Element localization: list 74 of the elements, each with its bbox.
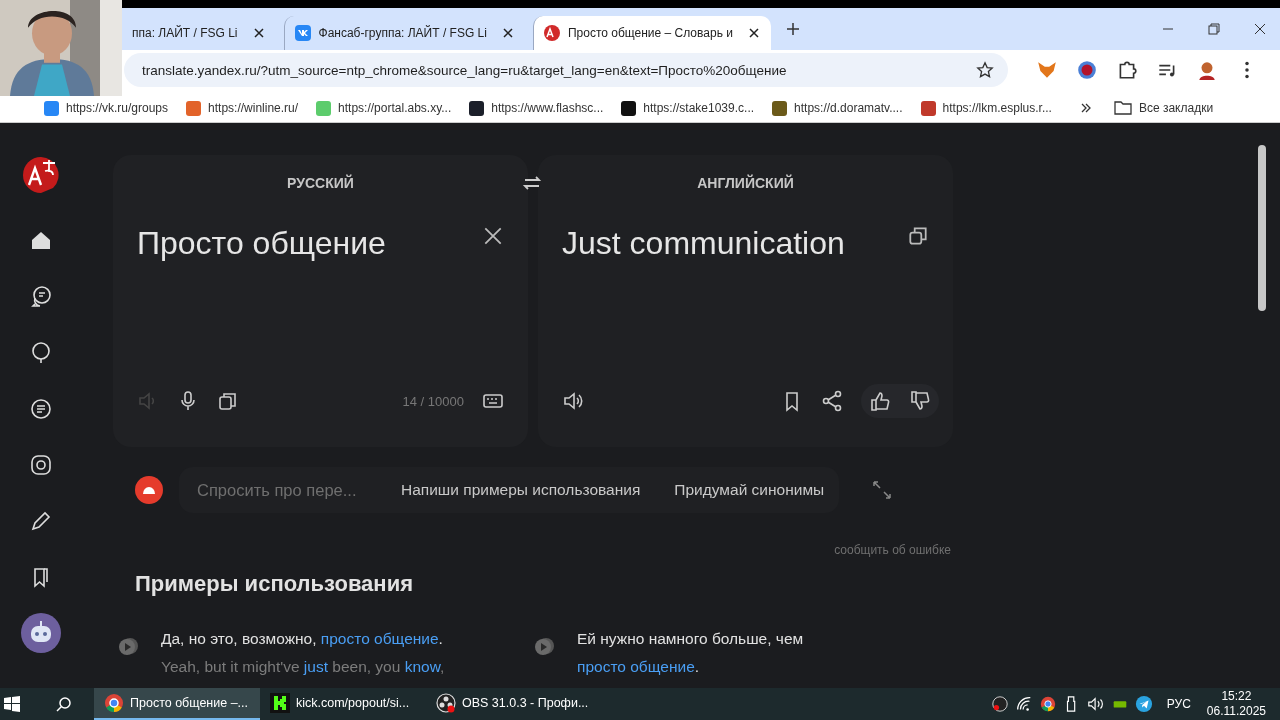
obs-icon (436, 693, 456, 713)
share-icon[interactable] (821, 390, 843, 412)
bookmark[interactable]: https://lkm.esplus.r... (920, 100, 1052, 116)
search-icon[interactable] (56, 696, 72, 712)
translate-icon (543, 25, 560, 41)
url-text: translate.yandex.ru/?utm_source=ntp_chrome&source_lang=ru&target_lang=en&text=Просто%20общение (142, 62, 788, 78)
close-icon[interactable] (482, 225, 504, 247)
section-heading: Примеры использования (135, 571, 414, 597)
thumbs-down-icon[interactable] (909, 390, 931, 412)
translate-logo[interactable] (21, 155, 61, 195)
thumbs-up-icon[interactable] (869, 390, 891, 412)
example-sentence: Да, но это, возможно, просто общение. (161, 629, 444, 649)
browser-tab[interactable]: Просто общение – Словарь и (532, 16, 771, 50)
source-language[interactable]: РУССКИЙ (287, 175, 354, 191)
volume-icon[interactable] (1086, 695, 1105, 713)
pencil-icon[interactable] (29, 509, 53, 533)
expand-icon[interactable] (871, 479, 893, 501)
browser-tab[interactable]: ппа: ЛАЙТ / FSG Li (122, 16, 276, 50)
copy-icon[interactable] (907, 225, 929, 247)
restore-icon[interactable] (1208, 23, 1220, 35)
taskbar-app[interactable]: OBS 31.0.3 - Профи... (426, 688, 592, 720)
speaker-icon[interactable] (562, 390, 584, 412)
example-sentence: Ей нужно намного больше, чем просто общение. (577, 629, 805, 677)
wifi-icon[interactable] (1014, 695, 1033, 713)
example-link[interactable]: просто общение (577, 658, 695, 675)
star-icon[interactable] (976, 61, 994, 79)
target-language[interactable]: АНГЛИЙСКИЙ (697, 175, 794, 191)
example-link[interactable]: just (303, 658, 328, 675)
tab-title: Просто общение – Словарь и (567, 26, 733, 40)
play-icon[interactable] (117, 635, 139, 657)
all-bookmarks[interactable]: Все закладки (1113, 101, 1214, 115)
bookmark[interactable]: https://portal.abs.xy... (316, 100, 452, 116)
close-icon[interactable] (500, 26, 515, 40)
speech-bubble-icon[interactable] (29, 341, 53, 365)
character-counter: 14 / 10000 (402, 393, 464, 409)
chat-icon[interactable] (29, 285, 53, 309)
ask-field[interactable]: Спросить про пере... (197, 480, 375, 500)
input-language[interactable]: РУС (1166, 697, 1191, 711)
chevron-icon[interactable] (1079, 102, 1092, 114)
bookmark[interactable]: https://d.doramatv.... (772, 100, 903, 116)
robot-icon[interactable] (21, 613, 61, 653)
example-link[interactable]: просто общение (320, 630, 439, 647)
new-tab-icon[interactable] (786, 23, 799, 35)
kick-icon (270, 693, 290, 713)
bookmark[interactable]: https://winline.ru/ (186, 100, 299, 116)
source-text[interactable]: Просто общение (137, 225, 386, 262)
close-icon[interactable] (251, 26, 266, 40)
telegram-icon[interactable] (1134, 695, 1153, 713)
bookmark[interactable]: https://vk.ru/groups (44, 100, 169, 116)
clock[interactable]: 15:22 06.11.2025 (1206, 689, 1266, 719)
tab-title: Фансаб-группа: ЛАЙТ / FSG Li (318, 26, 487, 40)
tab-title: ппа: ЛАЙТ / FSG Li (132, 26, 238, 40)
play-icon[interactable] (533, 635, 555, 657)
document-icon[interactable] (29, 397, 53, 421)
camera-icon[interactable] (29, 453, 53, 477)
copy-icon[interactable] (217, 390, 239, 412)
example-link[interactable]: know (404, 658, 440, 675)
scrollbar-thumb[interactable] (1258, 145, 1266, 311)
bookmark[interactable]: https://www.flashsc... (469, 100, 604, 116)
browser-icon (104, 693, 124, 713)
close-icon[interactable] (1254, 23, 1266, 35)
obs-icon[interactable] (990, 695, 1009, 713)
translation-text: Just communication (562, 225, 845, 262)
assistant-icon[interactable] (135, 476, 163, 504)
folder-icon (1113, 101, 1132, 115)
address-bar[interactable]: translate.yandex.ru/?utm_source=ntp_chrome&source_lang=ru&target_lang=en&text=Просто%20общение (124, 53, 1008, 87)
close-icon[interactable] (746, 26, 761, 40)
taskbar-app[interactable]: Просто общение –... (94, 688, 260, 720)
bookmark[interactable]: https://stake1039.c... (621, 100, 755, 116)
windows-icon[interactable] (4, 696, 20, 712)
taskbar-app[interactable]: kick.com/popout/si... (260, 688, 426, 720)
example-translation: Yeah, but it might've just been, you know, (161, 657, 446, 677)
vk-icon (294, 25, 311, 41)
browser-icon[interactable] (1038, 695, 1057, 713)
